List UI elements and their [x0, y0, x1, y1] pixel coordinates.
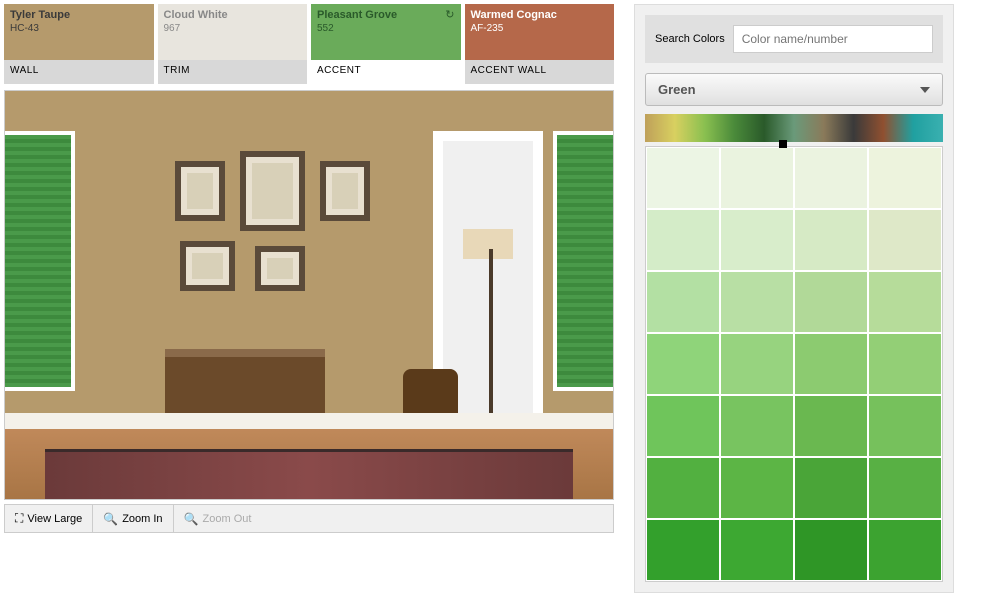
swatch-code: 552 [317, 22, 455, 35]
palette-cell[interactable] [868, 395, 942, 457]
palette-cell[interactable] [868, 333, 942, 395]
search-row: Search Colors [645, 15, 943, 63]
palette-cell[interactable] [646, 333, 720, 395]
shutter-left [4, 131, 75, 391]
swatch-code: 967 [164, 22, 302, 35]
lamp-pole [489, 249, 493, 429]
chevron-down-icon [920, 87, 930, 93]
palette-cell[interactable] [868, 147, 942, 209]
rug [45, 449, 573, 499]
swatch-name: Warmed Cognac [471, 8, 609, 22]
palette-cell[interactable] [794, 147, 868, 209]
swatch-accent-wall[interactable]: Warmed Cognac AF-235 ACCENT WALL [465, 4, 615, 86]
zoom-out-label: Zoom Out [203, 513, 252, 525]
swatch-color: Warmed Cognac AF-235 [465, 4, 615, 60]
swatch-label: ACCENT WALL [465, 60, 615, 84]
shutter-right [553, 131, 614, 391]
swatch-name: Tyler Taupe [10, 8, 148, 22]
swatch-name: Pleasant Grove [317, 8, 455, 22]
swatch-code: HC-43 [10, 22, 148, 35]
color-spectrum[interactable] [645, 114, 943, 142]
palette-cell[interactable] [646, 457, 720, 519]
search-input[interactable] [733, 25, 933, 53]
palette-cell[interactable] [646, 209, 720, 271]
palette-cell[interactable] [646, 271, 720, 333]
palette-cell[interactable] [868, 519, 942, 581]
palette-cell[interactable] [720, 209, 794, 271]
palette-cell[interactable] [720, 519, 794, 581]
palette-cell[interactable] [868, 271, 942, 333]
baseboard [5, 413, 613, 429]
palette-cell[interactable] [868, 457, 942, 519]
reset-icon[interactable]: ↻ [445, 8, 454, 22]
swatch-accent[interactable]: Pleasant Grove 552 ↻ ACCENT [311, 4, 461, 86]
palette-cell[interactable] [646, 147, 720, 209]
picture-frame [255, 246, 305, 291]
swatch-color: Tyler Taupe HC-43 [4, 4, 154, 60]
swatch-color: Cloud White 967 [158, 4, 308, 60]
color-palette [645, 146, 943, 582]
palette-cell[interactable] [720, 395, 794, 457]
palette-cell[interactable] [794, 333, 868, 395]
zoom-out-icon: 🔍 [184, 512, 199, 526]
picture-frame [180, 241, 235, 291]
swatch-code: AF-235 [471, 22, 609, 35]
zoom-in-label: Zoom In [122, 513, 162, 525]
search-label: Search Colors [655, 33, 725, 45]
swatch-wall[interactable]: Tyler Taupe HC-43 WALL [4, 4, 154, 86]
picture-frame [175, 161, 225, 221]
picture-frame [320, 161, 370, 221]
palette-cell[interactable] [794, 271, 868, 333]
spectrum-marker[interactable] [779, 140, 787, 148]
swatch-name: Cloud White [164, 8, 302, 22]
swatch-color: Pleasant Grove 552 ↻ [311, 4, 461, 60]
palette-cell[interactable] [794, 519, 868, 581]
palette-cell[interactable] [720, 271, 794, 333]
view-large-button[interactable]: ⛶ View Large [5, 505, 93, 532]
zoom-in-icon: 🔍 [103, 512, 118, 526]
palette-cell[interactable] [794, 457, 868, 519]
palette-cell[interactable] [794, 209, 868, 271]
right-panel: Search Colors Green [634, 4, 954, 593]
palette-cell[interactable] [720, 147, 794, 209]
palette-cell[interactable] [646, 519, 720, 581]
view-large-label: View Large [27, 513, 82, 525]
swatch-label: ACCENT [311, 60, 461, 84]
swatch-label: TRIM [158, 60, 308, 84]
swatch-label: WALL [4, 60, 154, 84]
zoom-out-button: 🔍 Zoom Out [174, 505, 262, 532]
dropdown-selected: Green [658, 82, 696, 97]
palette-cell[interactable] [720, 457, 794, 519]
swatch-row: Tyler Taupe HC-43 WALL Cloud White 967 T… [4, 4, 614, 86]
left-panel: Tyler Taupe HC-43 WALL Cloud White 967 T… [4, 4, 614, 593]
room-preview [4, 90, 614, 500]
zoom-in-button[interactable]: 🔍 Zoom In [93, 505, 173, 532]
palette-cell[interactable] [720, 333, 794, 395]
lamp-shade [463, 229, 513, 259]
palette-cell[interactable] [794, 395, 868, 457]
palette-cell[interactable] [646, 395, 720, 457]
palette-cell[interactable] [868, 209, 942, 271]
picture-frame [240, 151, 305, 231]
image-controls: ⛶ View Large 🔍 Zoom In 🔍 Zoom Out [4, 504, 614, 533]
expand-icon: ⛶ [15, 511, 23, 526]
color-family-dropdown[interactable]: Green [645, 73, 943, 106]
swatch-trim[interactable]: Cloud White 967 TRIM [158, 4, 308, 86]
